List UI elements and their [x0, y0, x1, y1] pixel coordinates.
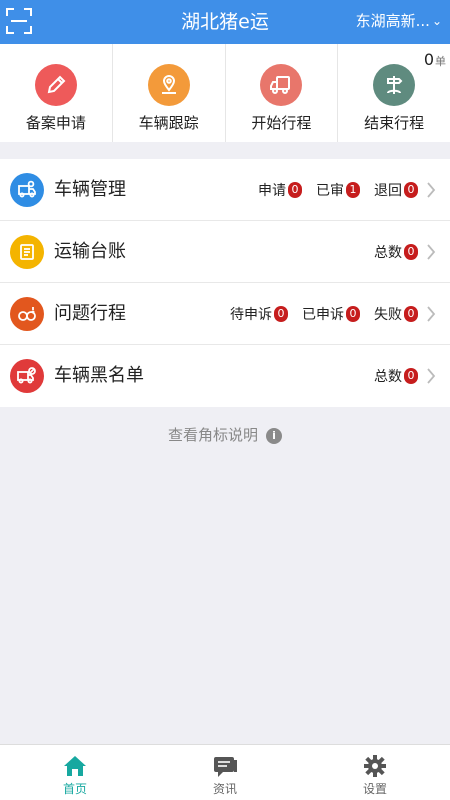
trip-count: 0单 [424, 50, 446, 69]
blocked-truck-icon [10, 359, 44, 393]
stat-label: 待申诉 [230, 307, 272, 323]
list-item-label: 车辆管理 [54, 179, 126, 200]
trip-count-value: 0 [423, 50, 434, 69]
tab-settings[interactable]: 设置 [300, 745, 450, 800]
stat-apply: 申请 0 [258, 180, 302, 200]
region-label: 东湖高新... [355, 12, 430, 30]
stat-label: 申请 [258, 183, 286, 199]
chevron-right-icon [427, 244, 436, 260]
count-badge: 0 [346, 306, 360, 322]
hint-text: 查看角标说明 [167, 426, 258, 444]
count-badge: 0 [274, 306, 288, 322]
stat-label: 退回 [374, 183, 402, 199]
stat-label: 已审 [316, 183, 344, 199]
stats: 申请 0 已审 1 退回 0 [258, 159, 418, 221]
region-selector[interactable]: 东湖高新... ⌄ [356, 0, 442, 44]
stats: 总数 0 [374, 221, 418, 283]
stat-label: 失败 [374, 307, 402, 323]
count-badge: 0 [404, 182, 418, 198]
signpost-icon [373, 64, 416, 106]
stat-returned: 退回 0 [374, 180, 418, 200]
truck-gear-icon [10, 173, 44, 207]
news-icon [214, 757, 237, 777]
location-pin-icon [147, 64, 190, 106]
stats: 待申诉 0 已申诉 0 失败 0 [230, 283, 418, 345]
stat-label: 总数 [374, 245, 402, 261]
stat-label: 已申诉 [302, 307, 344, 323]
list-item-label: 运输台账 [54, 241, 126, 262]
quick-action-label: 车辆跟踪 [138, 114, 199, 132]
quick-actions: 备案申请 车辆跟踪 开始行程 结束行程 0单 [0, 44, 450, 142]
count-badge: 0 [404, 244, 418, 260]
quick-action-end-trip[interactable]: 结束行程 0单 [338, 44, 450, 142]
chevron-right-icon [427, 182, 436, 198]
chevron-right-icon [427, 306, 436, 322]
tab-label: 资讯 [212, 782, 237, 796]
chevron-down-icon: ⌄ [431, 14, 442, 28]
stat-approved: 已审 1 [316, 180, 360, 200]
problem-trip-icon [10, 297, 44, 331]
list-item-vehicle-blacklist[interactable]: 车辆黑名单 总数 0 [0, 345, 450, 407]
bottom-tab-bar: 首页 资讯 设置 [0, 744, 450, 800]
badge-explanation-link[interactable]: 查看角标说明 i [0, 424, 450, 445]
quick-action-label: 开始行程 [251, 114, 312, 132]
quick-action-label: 备案申请 [25, 114, 86, 132]
stat-pending-appeal: 待申诉 0 [230, 304, 288, 324]
stat-total: 总数 0 [374, 366, 418, 386]
count-badge: 1 [346, 182, 360, 198]
list-item-problem-trips[interactable]: 问题行程 待申诉 0 已申诉 0 失败 0 [0, 283, 450, 345]
truck-icon [260, 64, 303, 106]
tab-home[interactable]: 首页 [0, 745, 150, 800]
chevron-right-icon [427, 368, 436, 384]
stat-label: 总数 [374, 369, 402, 385]
stat-appealed: 已申诉 0 [302, 304, 360, 324]
quick-action-start-trip[interactable]: 开始行程 [226, 44, 339, 142]
pencil-icon [34, 64, 77, 106]
ledger-icon [10, 235, 44, 269]
tab-news[interactable]: 资讯 [150, 745, 300, 800]
list-item-label: 问题行程 [54, 303, 126, 324]
quick-action-filing-application[interactable]: 备案申请 [0, 44, 113, 142]
count-badge: 0 [404, 306, 418, 322]
stat-total: 总数 0 [374, 242, 418, 262]
stats: 总数 0 [374, 345, 418, 407]
trip-count-unit: 单 [435, 55, 446, 68]
home-icon [64, 756, 86, 776]
tab-label: 首页 [62, 782, 87, 796]
count-badge: 0 [288, 182, 302, 198]
function-list: 车辆管理 申请 0 已审 1 退回 0 运输台账 总数 0 问题行程 待申诉 0 已申诉 0… [0, 159, 450, 407]
list-item-transport-ledger[interactable]: 运输台账 总数 0 [0, 221, 450, 283]
stat-failed: 失败 0 [374, 304, 418, 324]
list-item-vehicle-management[interactable]: 车辆管理 申请 0 已审 1 退回 0 [0, 159, 450, 221]
list-item-label: 车辆黑名单 [54, 365, 144, 386]
tab-label: 设置 [362, 782, 387, 796]
quick-action-vehicle-tracking[interactable]: 车辆跟踪 [113, 44, 226, 142]
app-header: 湖北猪e运 东湖高新... ⌄ [0, 0, 450, 44]
info-icon: i [266, 428, 282, 444]
count-badge: 0 [404, 368, 418, 384]
gear-icon [364, 755, 386, 777]
quick-action-label: 结束行程 [364, 114, 425, 132]
